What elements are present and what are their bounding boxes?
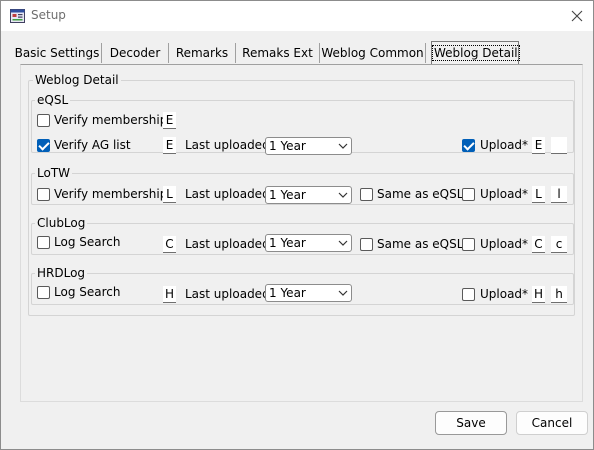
lotw-upload-checkbox[interactable] (462, 188, 475, 201)
hrdlog-log-search-label: Log Search (54, 285, 121, 299)
eqsl-upload-checkbox[interactable] (462, 139, 475, 152)
setup-window: Setup Basic Settings Decoder Remarks Rem… (0, 0, 594, 450)
title-bar[interactable]: Setup (1, 1, 593, 31)
clublog-upload-key1[interactable]: C (532, 236, 545, 253)
tab-strip: Basic Settings Decoder Remarks Remaks Ex… (13, 41, 583, 65)
eqsl-verify-ag-list-key[interactable]: E (163, 137, 176, 154)
hrdlog-upload-star: * (522, 287, 528, 301)
clublog-upload-checkbox[interactable] (462, 238, 475, 251)
eqsl-group-title: eQSL (35, 93, 71, 107)
tab-weblog-detail[interactable]: Weblog Detail (431, 41, 520, 64)
hrdlog-log-search-key[interactable]: H (163, 286, 176, 303)
chevron-down-icon (338, 143, 348, 149)
lotw-same-as-eqsl-label: Same as eQSL (377, 187, 464, 201)
window-title: Setup (31, 8, 66, 22)
tab-remaks-ext[interactable]: Remaks Ext (236, 43, 320, 63)
close-icon[interactable] (563, 5, 591, 27)
clublog-last-uploaded-select[interactable]: 1 Year (265, 234, 352, 252)
save-button[interactable]: Save (435, 411, 507, 435)
tab-decoder[interactable]: Decoder (102, 43, 169, 63)
hrdlog-last-uploaded-value: 1 Year (269, 286, 306, 300)
hrdlog-log-search-checkbox[interactable] (37, 286, 50, 299)
cancel-button[interactable]: Cancel (516, 411, 588, 435)
clublog-log-search-key[interactable]: C (163, 236, 176, 253)
clublog-same-as-eqsl-label: Same as eQSL (377, 237, 464, 251)
weblog-detail-panel: Weblog Detail eQSL Verify membership E V… (20, 64, 583, 402)
eqsl-verify-membership-label: Verify membership (54, 113, 168, 127)
lotw-upload-key2[interactable]: l (551, 186, 567, 203)
hrdlog-upload-key2[interactable]: h (551, 286, 567, 303)
eqsl-last-uploaded-label: Last uploaded (185, 138, 270, 152)
lotw-upload-label: Upload (480, 187, 523, 201)
eqsl-verify-ag-list-checkbox[interactable] (37, 139, 50, 152)
clublog-log-search-label: Log Search (54, 235, 121, 249)
lotw-same-as-eqsl-checkbox[interactable] (360, 188, 373, 201)
eqsl-verify-ag-list-label: Verify AG list (54, 138, 131, 152)
tab-basic-settings[interactable]: Basic Settings (13, 43, 102, 63)
weblog-detail-group-title: Weblog Detail (33, 73, 121, 87)
lotw-group-title: LoTW (35, 166, 73, 180)
tab-remarks[interactable]: Remarks (169, 43, 236, 63)
clublog-last-uploaded-label: Last uploaded (185, 237, 270, 251)
lotw-verify-membership-checkbox[interactable] (37, 188, 50, 201)
hrdlog-group-title: HRDLog (35, 266, 88, 280)
chevron-down-icon (338, 192, 348, 198)
eqsl-upload-key1[interactable]: E (532, 137, 545, 154)
clublog-upload-star: * (522, 237, 528, 251)
clublog-last-uploaded-value: 1 Year (269, 236, 306, 250)
hrdlog-upload-checkbox[interactable] (462, 288, 475, 301)
lotw-upload-star: * (522, 187, 528, 201)
lotw-upload-key1[interactable]: L (532, 186, 545, 203)
eqsl-verify-membership-key[interactable]: E (163, 112, 176, 129)
clublog-upload-label: Upload (480, 237, 523, 251)
tab-weblog-common[interactable]: Weblog Common (320, 43, 426, 63)
eqsl-upload-star: * (522, 138, 528, 152)
eqsl-last-uploaded-value: 1 Year (269, 139, 306, 153)
lotw-last-uploaded-label: Last uploaded (185, 187, 270, 201)
eqsl-upload-label: Upload (480, 138, 523, 152)
chevron-down-icon (338, 290, 348, 296)
eqsl-verify-membership-checkbox[interactable] (37, 114, 50, 127)
app-icon (10, 9, 25, 23)
lotw-verify-membership-label: Verify membership (54, 187, 168, 201)
eqsl-last-uploaded-select[interactable]: 1 Year (265, 137, 352, 155)
clublog-same-as-eqsl-checkbox[interactable] (360, 238, 373, 251)
chevron-down-icon (338, 240, 348, 246)
hrdlog-upload-key1[interactable]: H (532, 286, 545, 303)
clublog-group-title: ClubLog (35, 216, 88, 230)
lotw-last-uploaded-select[interactable]: 1 Year (265, 186, 352, 204)
clublog-log-search-checkbox[interactable] (37, 236, 50, 249)
clublog-upload-key2[interactable]: c (551, 236, 567, 253)
hrdlog-upload-label: Upload (480, 287, 523, 301)
hrdlog-last-uploaded-label: Last uploaded (185, 287, 270, 301)
eqsl-upload-key2[interactable] (551, 137, 567, 154)
lotw-last-uploaded-value: 1 Year (269, 188, 306, 202)
lotw-verify-membership-key[interactable]: L (163, 186, 176, 203)
hrdlog-last-uploaded-select[interactable]: 1 Year (265, 284, 352, 302)
